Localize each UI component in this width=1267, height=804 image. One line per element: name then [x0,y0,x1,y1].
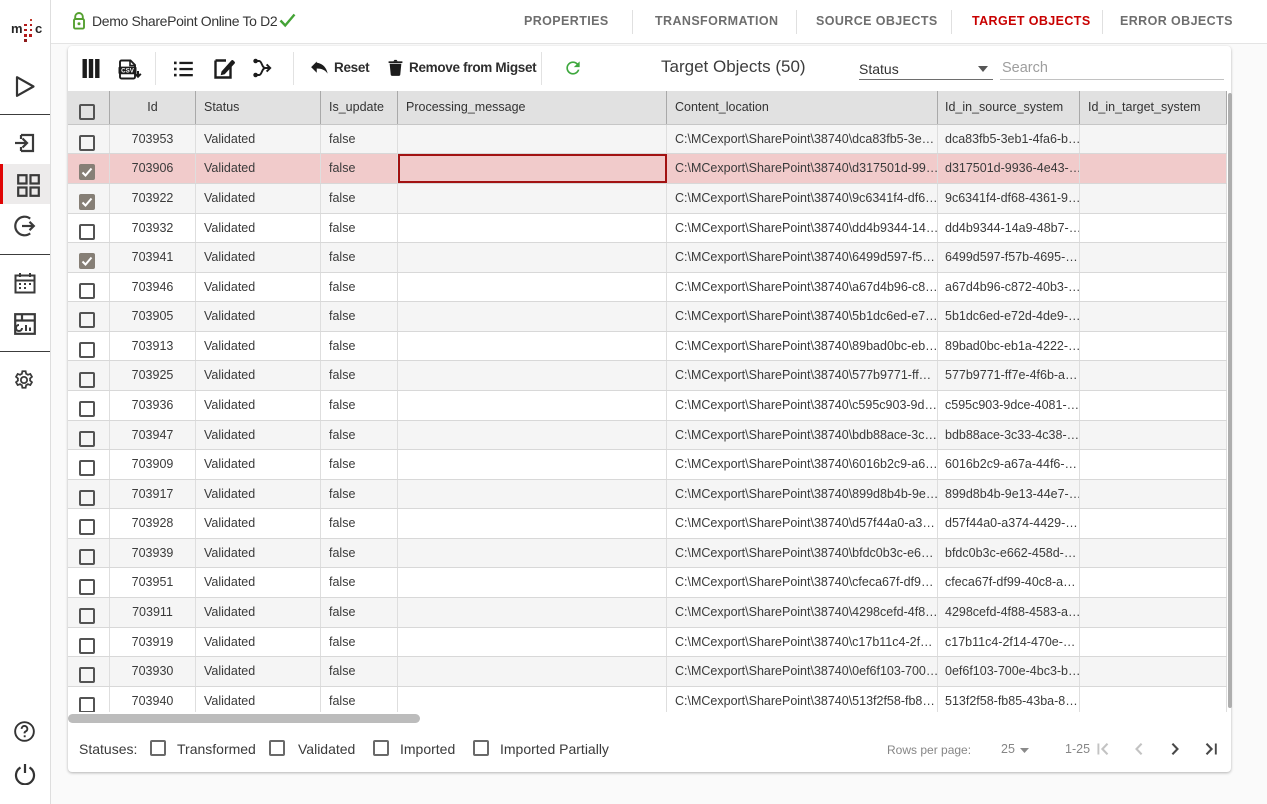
svg-text:CSV: CSV [121,68,135,75]
